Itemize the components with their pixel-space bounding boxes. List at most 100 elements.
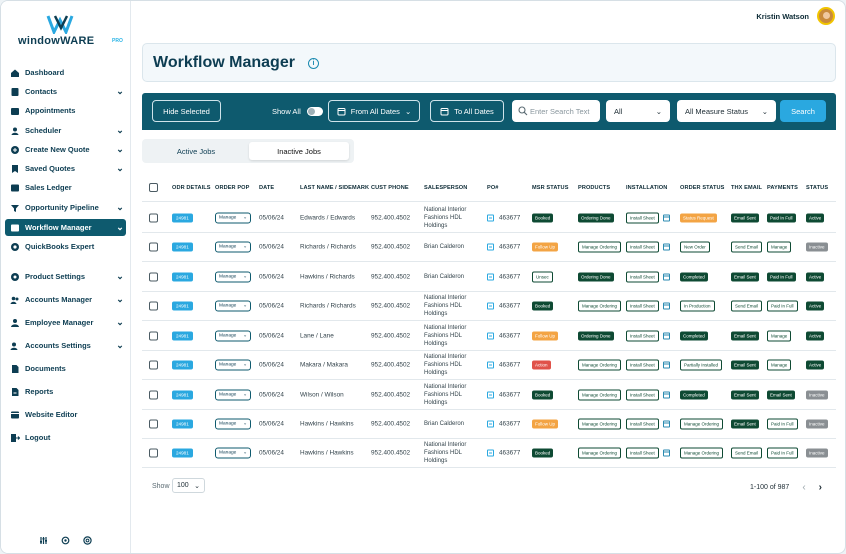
sidebar-item-contacts[interactable]: Contacts ⌄ — [5, 83, 126, 100]
name-cell[interactable]: Hawkins / Richards — [300, 273, 355, 280]
table-row[interactable]: 24981 Manage ⌄ 05/06/24 Wilson / Wilson 952.4… — [142, 380, 836, 410]
calendar-icon[interactable] — [662, 214, 670, 221]
sidebar-item-documents[interactable]: Documents — [5, 360, 126, 377]
type-select[interactable]: All ⌄ — [606, 100, 670, 122]
row-checkbox[interactable] — [149, 272, 158, 281]
thx-email-badge[interactable]: Send Email — [731, 447, 763, 459]
order-status-badge[interactable]: Status Request — [680, 213, 717, 222]
calendar-icon[interactable] — [662, 420, 670, 428]
order-details-button[interactable]: 24981 — [172, 419, 193, 429]
show-all-toggle-group[interactable]: Show All — [272, 100, 323, 122]
column-header[interactable]: CUST PHONE — [371, 185, 409, 191]
name-cell[interactable]: Richards / Richards — [300, 303, 356, 310]
install-sheet-button[interactable]: Install Sheet — [626, 389, 659, 400]
row-checkbox[interactable] — [149, 360, 158, 370]
order-status-badge[interactable]: Completed — [680, 272, 708, 281]
status-badge[interactable]: Inactive — [806, 448, 828, 458]
payments-badge[interactable]: Manage — [767, 330, 792, 341]
column-header[interactable]: THX EMAIL — [731, 185, 762, 191]
payments-badge[interactable]: Manage — [767, 359, 792, 371]
order-status-badge[interactable]: New Order — [680, 241, 710, 253]
msr-status-badge[interactable]: Booked — [532, 448, 554, 458]
tab-active-jobs[interactable]: Active Jobs — [146, 142, 246, 160]
order-details-button[interactable]: 24981 — [172, 390, 193, 399]
order-pop-select[interactable]: Manage ⌄ — [215, 359, 251, 371]
sidebar-item-quickbooks-expert[interactable]: QuickBooks Expert — [5, 238, 126, 255]
sidebar-item-sales-ledger[interactable]: Sales Ledger — [5, 179, 126, 196]
payments-badge[interactable]: Paid In Full — [767, 447, 798, 459]
products-badge[interactable]: Manage Ordering — [578, 389, 622, 400]
row-checkbox[interactable] — [149, 331, 158, 340]
thx-email-badge[interactable]: Send Email — [731, 241, 763, 253]
msr-status-badge[interactable]: Follow Up — [532, 331, 559, 340]
sliders-icon[interactable] — [39, 536, 48, 545]
msr-status-badge[interactable]: Unsec — [532, 271, 553, 282]
select-all-checkbox[interactable] — [149, 183, 158, 192]
payments-badge[interactable]: Paid In Full — [767, 272, 796, 281]
name-cell[interactable]: Lane / Lane — [300, 332, 334, 339]
calendar-icon[interactable] — [662, 391, 670, 398]
thx-email-badge[interactable]: Send Email — [731, 300, 763, 312]
info-icon[interactable]: i — [308, 58, 319, 69]
order-status-badge[interactable]: In Production — [680, 300, 715, 312]
order-status-badge[interactable]: Manage Ordering — [680, 418, 724, 430]
column-header[interactable]: INSTALLATION — [626, 185, 667, 191]
from-dates-button[interactable]: From All Dates ⌄ — [328, 100, 420, 122]
products-badge[interactable]: Manage Ordering — [578, 359, 622, 371]
status-badge[interactable]: Active — [806, 301, 825, 311]
products-badge[interactable]: Manage Ordering — [578, 241, 622, 253]
brand-logo[interactable]: windowWARE PRO — [18, 14, 123, 48]
sidebar-item-logout[interactable]: Logout — [5, 429, 126, 446]
column-header[interactable]: PAYMENTS — [767, 185, 798, 191]
table-row[interactable]: 24981 Manage ⌄ 05/06/24 Richards / Richards 9… — [142, 292, 836, 321]
sidebar-item-accounts-manager[interactable]: Accounts Manager ⌄ — [5, 291, 126, 308]
msr-status-badge[interactable]: Follow Up — [532, 419, 559, 429]
edit-po-icon[interactable] — [487, 302, 494, 310]
msr-status-badge[interactable]: Booked — [532, 213, 554, 222]
msr-status-badge[interactable]: Action — [532, 360, 551, 370]
edit-po-icon[interactable] — [487, 449, 494, 457]
column-header[interactable]: DATE — [259, 185, 274, 191]
edit-po-icon[interactable] — [487, 273, 494, 280]
sidebar-item-create-new-quote[interactable]: Create New Quote ⌄ — [5, 141, 126, 158]
install-sheet-button[interactable]: Install Sheet — [626, 300, 659, 312]
install-sheet-button[interactable]: Install Sheet — [626, 330, 659, 341]
msr-status-badge[interactable]: Booked — [532, 390, 554, 399]
sidebar-item-reports[interactable]: Reports — [5, 383, 126, 400]
name-cell[interactable]: Richards / Richards — [300, 244, 356, 251]
status-badge[interactable]: Active — [806, 331, 825, 340]
order-status-badge[interactable]: Completed — [680, 390, 708, 399]
row-checkbox[interactable] — [149, 419, 158, 429]
calendar-icon[interactable] — [662, 332, 670, 339]
sidebar-item-opportunity-pipeline[interactable]: Opportunity Pipeline ⌄ — [5, 199, 126, 216]
status-badge[interactable]: Active — [806, 213, 825, 222]
sidebar-item-accounts-settings[interactable]: Accounts Settings ⌄ — [5, 337, 126, 354]
sidebar-item-employee-manager[interactable]: Employee Manager ⌄ — [5, 314, 126, 331]
order-details-button[interactable]: 24981 — [172, 242, 193, 252]
calendar-icon[interactable] — [662, 361, 670, 369]
user-menu[interactable]: Kristin Watson — [756, 7, 835, 25]
table-row[interactable]: 24981 Manage ⌄ 05/06/24 Hawkins / Hawkins 952… — [142, 439, 836, 468]
products-badge[interactable]: Manage Ordering — [578, 447, 622, 459]
name-cell[interactable]: Makara / Makara — [300, 362, 348, 369]
products-badge[interactable]: Manage Ordering — [578, 300, 622, 312]
thx-email-badge[interactable]: Email Sent — [731, 272, 759, 281]
edit-po-icon[interactable] — [487, 332, 494, 339]
payments-badge[interactable]: Paid In Full — [767, 213, 796, 222]
thx-email-badge[interactable]: Email Sent — [731, 360, 759, 370]
page-size-select[interactable]: 100 ⌄ — [172, 478, 205, 493]
status-badge[interactable]: Active — [806, 360, 825, 370]
table-row[interactable]: 24981 Manage ⌄ 05/06/24 Lane / Lane 952.400.4… — [142, 321, 836, 351]
sidebar-item-product-settings[interactable]: Product Settings ⌄ — [5, 268, 126, 285]
payments-badge[interactable]: Manage — [767, 241, 792, 253]
install-sheet-button[interactable]: Install Sheet — [626, 241, 659, 253]
status-badge[interactable]: Active — [806, 272, 825, 281]
order-pop-select[interactable]: Manage ⌄ — [215, 271, 251, 282]
row-checkbox[interactable] — [149, 390, 158, 399]
thx-email-badge[interactable]: Email Sent — [731, 419, 759, 429]
column-header[interactable]: ODR DETAILS — [172, 185, 211, 191]
row-checkbox[interactable] — [149, 448, 158, 458]
products-badge[interactable]: Ordering Done — [578, 331, 614, 340]
avatar[interactable] — [817, 7, 835, 25]
status-badge[interactable]: Inactive — [806, 390, 828, 399]
